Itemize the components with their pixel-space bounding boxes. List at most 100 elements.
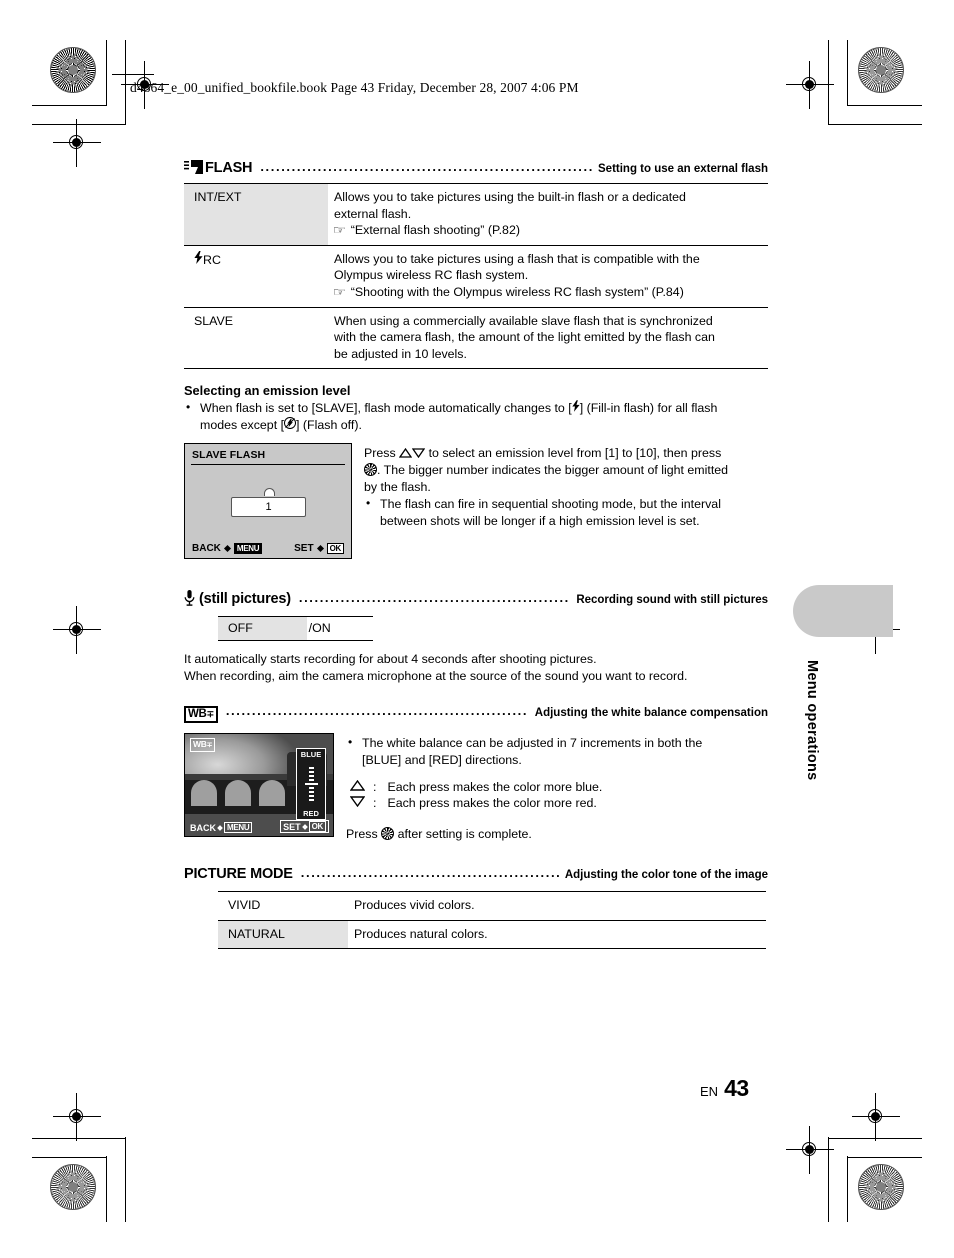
legend-row: : Each press makes the color more red. — [346, 795, 603, 811]
header-rule — [112, 74, 154, 76]
table-cell-key: NATURAL — [218, 919, 348, 950]
list-item: The flash can fire in sequential shootin… — [364, 495, 768, 529]
arrow-down-icon — [411, 446, 426, 458]
set-label: SET — [283, 821, 301, 832]
table-row: INT/EXT Allows you to take pictures usin… — [184, 183, 768, 246]
legend-separator: : — [373, 779, 377, 794]
bridge-arch — [225, 780, 251, 807]
option-on[interactable]: /ON — [306, 615, 373, 642]
arrow-down-icon — [346, 795, 373, 811]
cross-reference: “Shooting with the Olympus wireless RC f… — [350, 284, 684, 299]
table-cell-key: INT/EXT — [184, 183, 328, 246]
crop-mark — [32, 1138, 126, 1139]
table-cell-desc: Produces natural colors. — [348, 919, 766, 950]
text-run: Press — [346, 826, 382, 841]
crop-mark — [106, 1156, 107, 1222]
still-pictures-notes: It automatically starts recording for ab… — [184, 651, 768, 684]
white-balance-explanation: The white balance can be adjusted in 7 i… — [346, 733, 768, 842]
up-caret-indicator — [264, 487, 275, 496]
slider-ticks — [304, 767, 318, 802]
picture-mode-table: VIVID Produces vivid colors. NATURAL Pro… — [218, 891, 766, 950]
legend-row: : Each press makes the color more blue. — [346, 779, 603, 795]
registration-mark-bottom-left — [53, 1093, 101, 1141]
bullet-text: ] (Flash off). — [296, 418, 362, 433]
crop-mark — [828, 40, 829, 125]
wb-compensation-icon: WB∓ — [184, 706, 218, 724]
book-file-header-text: d4364_e_00_unified_bookfile.book Page 43… — [130, 80, 579, 95]
wb-tag-text: WB — [193, 739, 207, 750]
ok-button-icon — [381, 826, 395, 840]
lcd-back-hint: BACK MENU — [192, 542, 263, 554]
page-content: FLASH ..................................… — [184, 158, 768, 950]
cross-reference: “External flash shooting” (P.82) — [350, 223, 520, 237]
page-footer: EN 43 — [700, 1075, 749, 1102]
wb-blue-red-slider[interactable]: BLUE RED — [296, 748, 326, 821]
flash-off-icon — [283, 416, 297, 434]
wb-screen-tag: WB∓ — [190, 738, 216, 753]
menu-key-icon: MENU — [224, 822, 253, 834]
section-header-picture-mode: PICTURE MODE ...........................… — [184, 865, 768, 882]
section-caption: Adjusting the white balance compensation — [534, 707, 768, 720]
option-off[interactable]: OFF — [218, 615, 307, 642]
section-title: (still pictures) — [199, 590, 291, 607]
bridge-arch — [191, 780, 217, 807]
wb-icon-symbol: ∓ — [206, 709, 215, 720]
emission-illustration-row: SLAVE FLASH 1 BACK MENU SET OK Press to se… — [184, 442, 768, 559]
wb-arrow-legend: : Each press makes the color more blue. … — [346, 779, 603, 811]
leader-dots: ........................................… — [225, 703, 529, 719]
page-number: 43 — [724, 1075, 749, 1101]
crop-mark — [847, 105, 922, 106]
table-row: VIVID Produces vivid colors. — [218, 891, 766, 921]
slider-top-label: BLUE — [300, 750, 322, 760]
table-cell-key: SLAVE — [184, 306, 328, 370]
desc-line: with the camera flash, the amount of the… — [334, 330, 715, 345]
bullet-text: [BLUE] and [RED] directions. — [362, 752, 522, 767]
wb-bullet-list: The white balance can be adjusted in 7 i… — [346, 734, 768, 768]
table-cell-desc: Allows you to take pictures using the bu… — [328, 183, 768, 246]
section-title: FLASH — [205, 160, 253, 176]
rosette-target-top-left — [50, 47, 96, 93]
microphone-icon — [184, 589, 195, 606]
rosette-target-top-right — [858, 47, 904, 93]
emission-bullet-list: When flash is set to [SLAVE], flash mode… — [184, 399, 768, 434]
legend-text: Each press makes the color more blue. — [387, 779, 603, 794]
set-label: SET — [294, 542, 314, 554]
subsection-title-emission: Selecting an emission level — [184, 383, 351, 399]
section-header-flash: FLASH ..................................… — [184, 158, 768, 176]
slider-bottom-label: RED — [303, 809, 319, 819]
legend-separator: : — [373, 795, 377, 810]
emission-level-value[interactable]: 1 — [231, 496, 306, 517]
bullet-text: ] (Fill-in flash) for all flash — [579, 401, 718, 416]
table-cell-key: RC — [184, 244, 328, 308]
section-caption: Adjusting the color tone of the image — [564, 869, 768, 882]
arrow-up-icon — [346, 779, 373, 795]
registration-mark-right-lower — [852, 1093, 900, 1141]
diamond-icon — [301, 824, 308, 830]
section-caption: Recording sound with still pictures — [576, 593, 768, 606]
slave-flash-screen: SLAVE FLASH 1 BACK MENU SET OK — [184, 442, 352, 559]
crop-mark — [32, 124, 126, 125]
bridge-arch — [259, 780, 285, 807]
wb-press-ok-note: Press after setting is complete. — [346, 825, 768, 843]
table-cell-desc: When using a commercially available slav… — [328, 306, 768, 370]
bullet-text: The flash can fire in sequential shootin… — [380, 497, 721, 512]
ok-key-icon: OK — [326, 542, 344, 554]
flash-bolt-icon — [194, 250, 203, 269]
note-line: When recording, aim the camera microphon… — [184, 668, 688, 683]
emission-sub-bullets: The flash can fire in sequential shootin… — [364, 495, 768, 529]
language-code: EN — [700, 1084, 719, 1099]
crop-mark — [847, 1156, 848, 1222]
ok-key-icon: OK — [308, 821, 326, 833]
desc-line: When using a commercially available slav… — [334, 313, 713, 328]
fill-in-flash-icon — [572, 400, 580, 417]
bullet-text: The white balance can be adjusted in 7 i… — [362, 736, 703, 751]
lcd-title-underline — [191, 463, 345, 465]
table-row: NATURAL Produces natural colors. — [218, 919, 766, 950]
list-item: The white balance can be adjusted in 7 i… — [346, 734, 768, 768]
registration-mark-left-upper — [53, 119, 101, 167]
crop-mark — [125, 40, 126, 125]
text-run: by the flash. — [364, 479, 431, 494]
table-cell-key-label: RC — [203, 252, 221, 267]
note-line: It automatically starts recording for ab… — [184, 652, 597, 667]
table-cell-desc: Produces vivid colors. — [348, 891, 766, 921]
